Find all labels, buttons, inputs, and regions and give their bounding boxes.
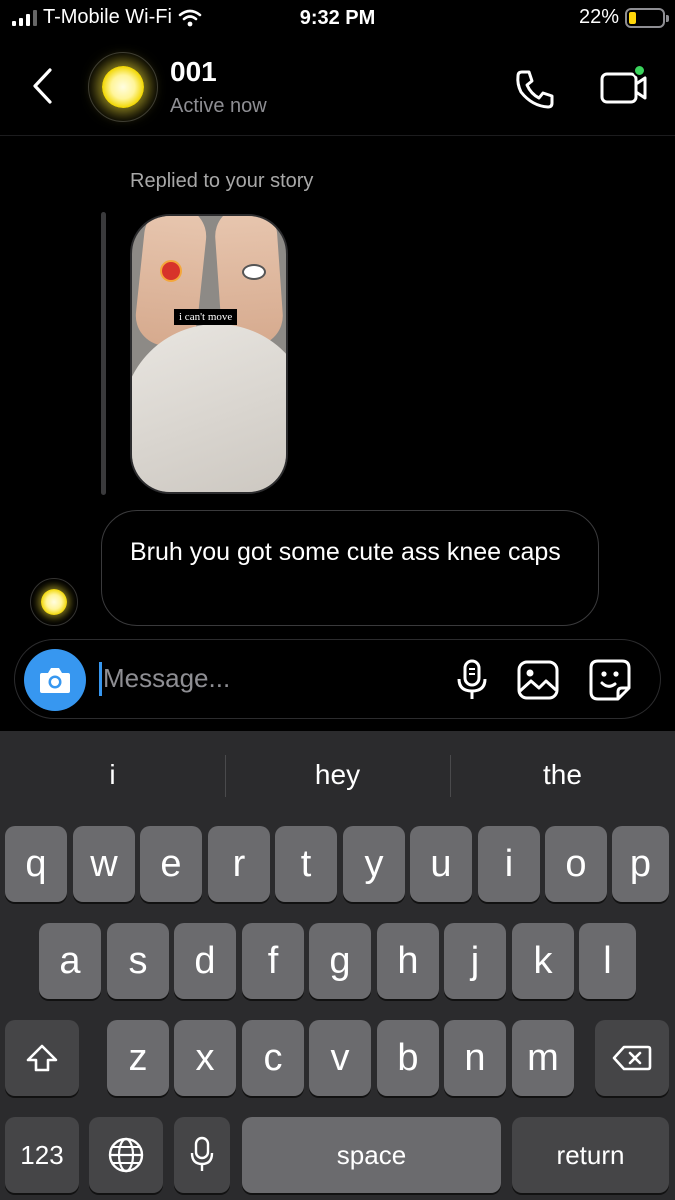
sticker-icon (160, 260, 182, 282)
phone-icon (516, 70, 554, 109)
key-b[interactable]: b (377, 1020, 439, 1096)
video-call-button[interactable] (598, 64, 650, 112)
key-e[interactable]: e (140, 826, 202, 902)
delete-key[interactable] (595, 1020, 669, 1096)
clock: 9:32 PM (299, 7, 376, 29)
chevron-left-icon (33, 68, 52, 104)
audio-call-button[interactable] (512, 66, 558, 112)
key-i[interactable]: i (478, 826, 540, 902)
camera-icon (40, 668, 70, 693)
suggestion-2[interactable]: hey (225, 731, 450, 819)
voice-message-button[interactable] (449, 657, 495, 703)
key-t[interactable]: t (275, 826, 337, 902)
key-r[interactable]: r (208, 826, 270, 902)
message-composer (14, 639, 661, 719)
key-u[interactable]: u (410, 826, 472, 902)
key-p[interactable]: p (612, 826, 669, 902)
contact-avatar[interactable] (88, 52, 158, 122)
story-image-blanket (132, 324, 286, 492)
key-f[interactable]: f (242, 923, 304, 999)
status-bar: T-Mobile Wi-Fi 9:32 PM 22% (0, 0, 675, 40)
sticker-smiley-icon (589, 659, 631, 701)
globe-icon (108, 1137, 144, 1173)
return-key[interactable]: return (512, 1117, 669, 1193)
key-w[interactable]: w (73, 826, 135, 902)
key-a[interactable]: a (39, 923, 101, 999)
microphone-icon (190, 1136, 214, 1171)
story-thumbnail[interactable]: i can't move (130, 214, 288, 494)
keyboard: i hey the q w e r t y u i o p a s d f g … (0, 731, 675, 1200)
microphone-icon (457, 659, 487, 699)
suggestion-bar: i hey the (0, 731, 675, 819)
key-x[interactable]: x (174, 1020, 236, 1096)
key-o[interactable]: o (545, 826, 607, 902)
key-c[interactable]: c (242, 1020, 304, 1096)
suggestion-3[interactable]: the (450, 731, 675, 819)
battery-icon (625, 7, 669, 28)
key-s[interactable]: s (107, 923, 169, 999)
chat-header: 001 Active now (0, 42, 675, 136)
contact-name[interactable]: 001 (170, 56, 217, 88)
reply-quote-bar (101, 212, 106, 495)
battery-percent: 22% (578, 6, 619, 28)
back-button[interactable] (22, 64, 62, 108)
shift-arrow-icon (26, 1044, 58, 1072)
space-key[interactable]: space (242, 1117, 501, 1193)
key-h[interactable]: h (377, 923, 439, 999)
battery-group: 22% (578, 6, 669, 29)
key-z[interactable]: z (107, 1020, 169, 1096)
gallery-button[interactable] (515, 657, 561, 703)
key-n[interactable]: n (444, 1020, 506, 1096)
message-input[interactable] (103, 658, 433, 698)
contact-status: Active now (170, 95, 267, 117)
story-caption: i can't move (174, 309, 238, 325)
dictation-key[interactable] (174, 1117, 230, 1193)
reply-label: Replied to your story (130, 170, 314, 192)
key-y[interactable]: y (343, 826, 405, 902)
key-q[interactable]: q (5, 826, 67, 902)
key-l[interactable]: l (579, 923, 636, 999)
sun-image (41, 589, 67, 615)
camera-button[interactable] (24, 649, 86, 711)
active-indicator (633, 64, 646, 77)
backspace-icon (612, 1045, 652, 1071)
sun-image (102, 66, 144, 108)
key-g[interactable]: g (309, 923, 371, 999)
numbers-key[interactable]: 123 (5, 1117, 79, 1193)
key-k[interactable]: k (512, 923, 574, 999)
sticker-button[interactable] (587, 657, 633, 703)
image-icon (517, 660, 559, 700)
key-v[interactable]: v (309, 1020, 371, 1096)
key-j[interactable]: j (444, 923, 506, 999)
sender-avatar[interactable] (30, 578, 78, 626)
message-bubble[interactable]: Bruh you got some cute ass knee caps (101, 510, 599, 626)
sticker-icon (242, 264, 266, 280)
key-m[interactable]: m (512, 1020, 574, 1096)
key-d[interactable]: d (174, 923, 236, 999)
shift-key[interactable] (5, 1020, 79, 1096)
battery-fill (629, 11, 637, 24)
text-cursor (99, 662, 102, 696)
globe-key[interactable] (89, 1117, 163, 1193)
suggestion-1[interactable]: i (0, 731, 225, 819)
